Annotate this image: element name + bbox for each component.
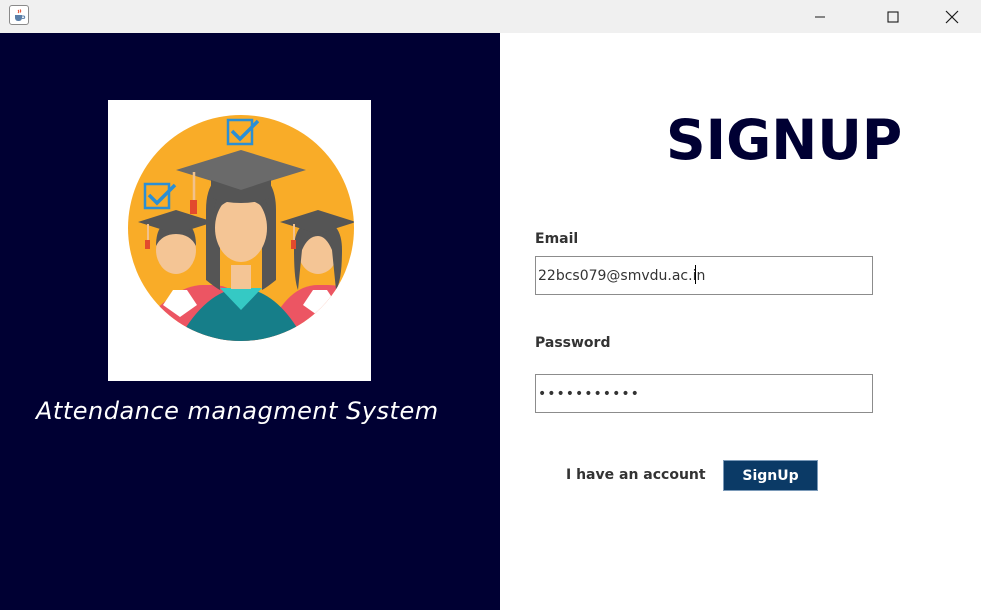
minimize-button[interactable] [797,0,843,33]
password-label: Password [535,335,611,351]
signup-button[interactable]: SignUp [723,460,818,491]
logo-image [108,100,371,381]
text-caret [695,265,696,284]
graduates-icon [128,115,354,341]
maximize-button[interactable] [870,0,916,33]
branding-panel: Attendance managment System [0,33,500,610]
minimize-icon [815,16,825,17]
email-label: Email [535,231,579,247]
close-button[interactable] [929,0,975,33]
maximize-icon [887,10,899,23]
page-title: SIGNUP [666,108,903,172]
email-field[interactable] [535,256,873,295]
app-tagline: Attendance managment System [36,397,439,425]
window-titlebar [0,0,981,33]
close-icon [945,10,959,23]
java-cup-icon[interactable] [9,5,29,25]
have-account-link[interactable]: I have an account [566,467,706,483]
password-field[interactable] [535,374,873,413]
